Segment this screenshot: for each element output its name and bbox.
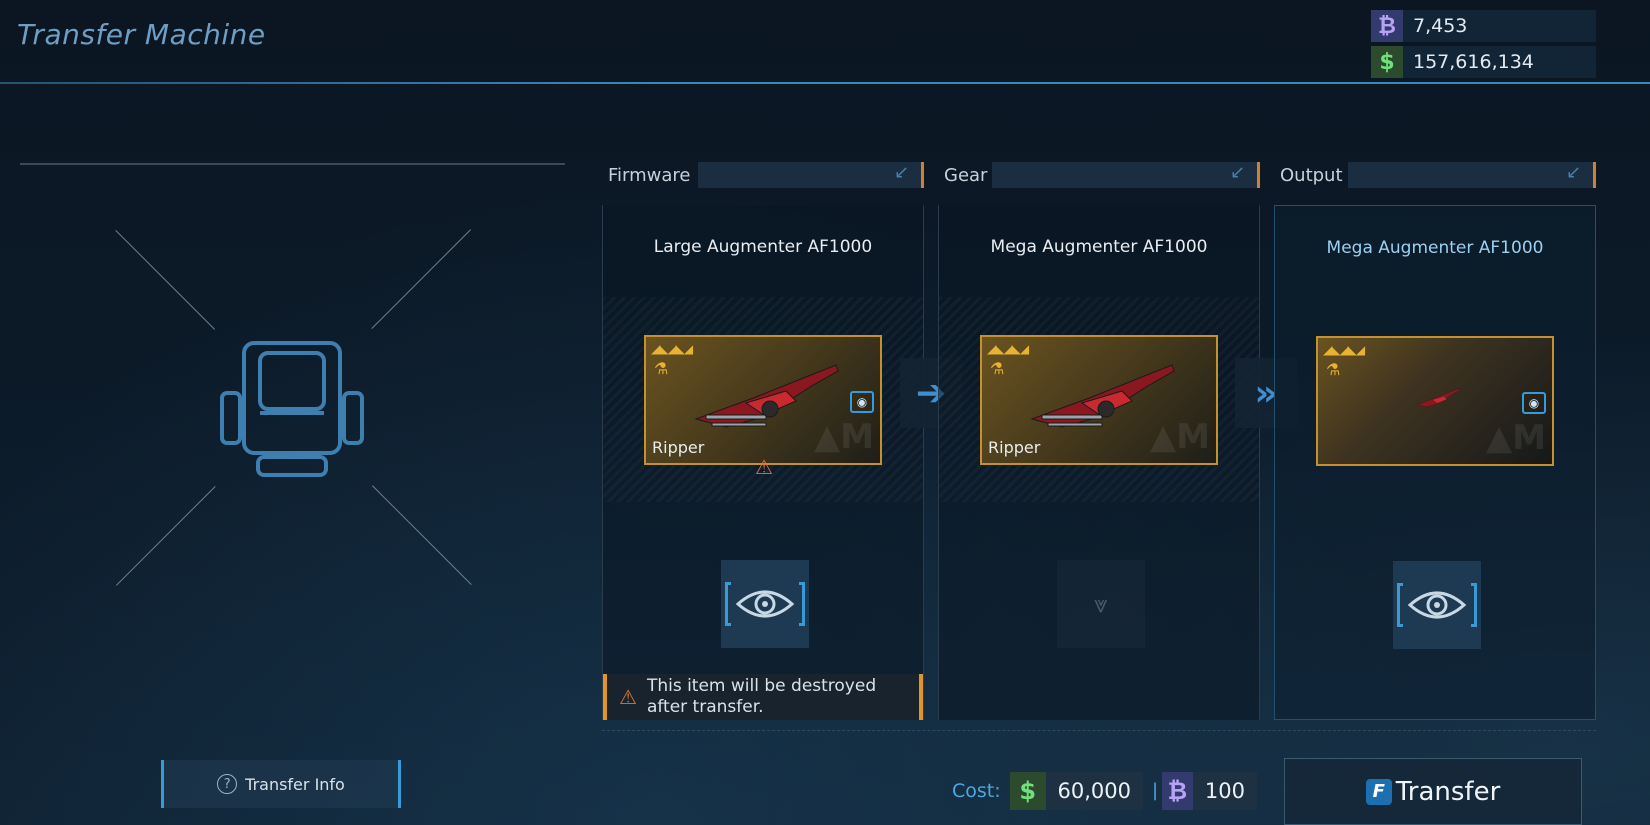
- output-slot-bar[interactable]: [1348, 162, 1596, 188]
- cost-money: $ 60,000: [1010, 772, 1143, 810]
- transfer-info-button[interactable]: ? Transfer Info: [161, 760, 401, 808]
- inspect-eye-icon[interactable]: ◉: [1522, 392, 1546, 414]
- manufacturer-watermark: ▲M: [814, 417, 874, 457]
- gear-card-name: Ripper: [988, 438, 1041, 457]
- warning-icon: ⚠: [619, 685, 637, 709]
- output-item-title: Mega Augmenter AF1000: [1326, 238, 1544, 258]
- bracket-right: [799, 582, 805, 626]
- inspect-eye-icon: [1407, 591, 1467, 619]
- firmware-item-title: Large Augmenter AF1000: [653, 237, 873, 257]
- output-header-label: Output: [1280, 164, 1343, 186]
- cost-money-value: 60,000: [1057, 779, 1131, 803]
- credits-balance: ₿ 7,453: [1371, 10, 1596, 42]
- destroy-warning-text: This item will be destroyed after transf…: [646, 676, 877, 717]
- preview-corner-line: [372, 485, 472, 585]
- help-icon: ?: [217, 774, 238, 794]
- rarity-icon: ◢◣◢◣◢: [987, 342, 1029, 356]
- gear-slot-bar[interactable]: [992, 162, 1260, 188]
- inspect-eye-icon: [735, 590, 795, 618]
- preview-corner-line: [116, 486, 216, 586]
- preview-divider: [20, 163, 565, 165]
- cost-label: Cost:: [952, 780, 1001, 802]
- money-value: 157,616,134: [1413, 51, 1534, 73]
- collapse-arrow-icon[interactable]: ↙: [1566, 162, 1581, 183]
- gear-header: Gear ↙: [938, 160, 1260, 190]
- money-balance: $ 157,616,134: [1371, 46, 1596, 78]
- seat-icon: [220, 341, 364, 477]
- credits-icon: ₿: [1162, 772, 1193, 810]
- gear-item-card[interactable]: ◢◣◢◣◢ ⚗ ▲M Ripper: [980, 335, 1218, 465]
- gear-item-title: Mega Augmenter AF1000: [990, 237, 1208, 257]
- firmware-card-name: Ripper: [652, 438, 705, 457]
- inspect-eye-icon[interactable]: ◉: [850, 391, 874, 413]
- collapse-arrow-icon[interactable]: ↙: [1230, 162, 1245, 183]
- firmware-item-card[interactable]: ◢◣◢◣◢ ⚗ ◉ ▲M Ripper: [644, 335, 882, 465]
- transfer-button-label: Transfer: [1395, 776, 1501, 807]
- rarity-icon: ◢◣◢◣◢: [651, 342, 693, 356]
- cost-credits-value: 100: [1204, 779, 1245, 803]
- keybind-f-icon: F: [1365, 778, 1392, 805]
- gear-header-label: Gear: [944, 164, 988, 186]
- warning-icon: ⚠: [755, 455, 773, 479]
- dollar-icon: $: [1371, 46, 1403, 78]
- transfer-info-label: Transfer Info: [245, 774, 345, 794]
- chevron-down-icon: ⩔: [1057, 560, 1145, 648]
- firmware-inspect-button[interactable]: [721, 560, 809, 648]
- output-header: Output ↙: [1274, 160, 1596, 190]
- output-inspect-button[interactable]: [1393, 561, 1481, 649]
- firmware-column: Large Augmenter AF1000 ◢◣◢◣◢ ⚗ ◉ ▲M Ripp…: [602, 205, 924, 720]
- page-title: Transfer Machine: [17, 18, 266, 51]
- gear-column: Mega Augmenter AF1000 ◢◣◢◣◢ ⚗ ▲M Ripper …: [938, 205, 1260, 720]
- dollar-icon: $: [1010, 772, 1046, 810]
- preview-corner-line: [371, 229, 471, 329]
- rarity-icon: ◢◣◢◣◢: [1323, 343, 1365, 357]
- bracket-right: [1471, 583, 1477, 627]
- collapse-arrow-icon[interactable]: ↙: [894, 162, 909, 183]
- footer-divider: [602, 730, 1596, 731]
- cost-separator: |: [1152, 780, 1159, 801]
- header-divider: [0, 82, 1650, 84]
- bracket-left: [725, 582, 731, 626]
- augment-category-icon: ⚗: [1326, 360, 1341, 379]
- transfer-button[interactable]: F Transfer: [1284, 758, 1582, 825]
- output-column: Mega Augmenter AF1000 ◢◣◢◣◢ ⚗ ◉ ▲M: [1274, 205, 1596, 720]
- manufacturer-watermark: ▲M: [1486, 418, 1546, 458]
- bracket-left: [1397, 583, 1403, 627]
- firmware-header: Firmware ↙: [602, 160, 924, 190]
- destroy-warning: ⚠ This item will be destroyed after tran…: [603, 674, 923, 720]
- manufacturer-watermark: ▲M: [1150, 417, 1210, 457]
- credits-value: 7,453: [1413, 15, 1468, 37]
- cost-credits: ₿ 100: [1162, 772, 1257, 810]
- firmware-header-label: Firmware: [608, 164, 691, 186]
- firmware-slot-bar[interactable]: [698, 162, 924, 188]
- augment-category-icon: ⚗: [990, 359, 1005, 378]
- preview-corner-line: [115, 230, 215, 330]
- credits-icon: ₿: [1371, 10, 1403, 42]
- augment-category-icon: ⚗: [654, 359, 669, 378]
- output-item-card[interactable]: ◢◣◢◣◢ ⚗ ◉ ▲M: [1316, 336, 1554, 466]
